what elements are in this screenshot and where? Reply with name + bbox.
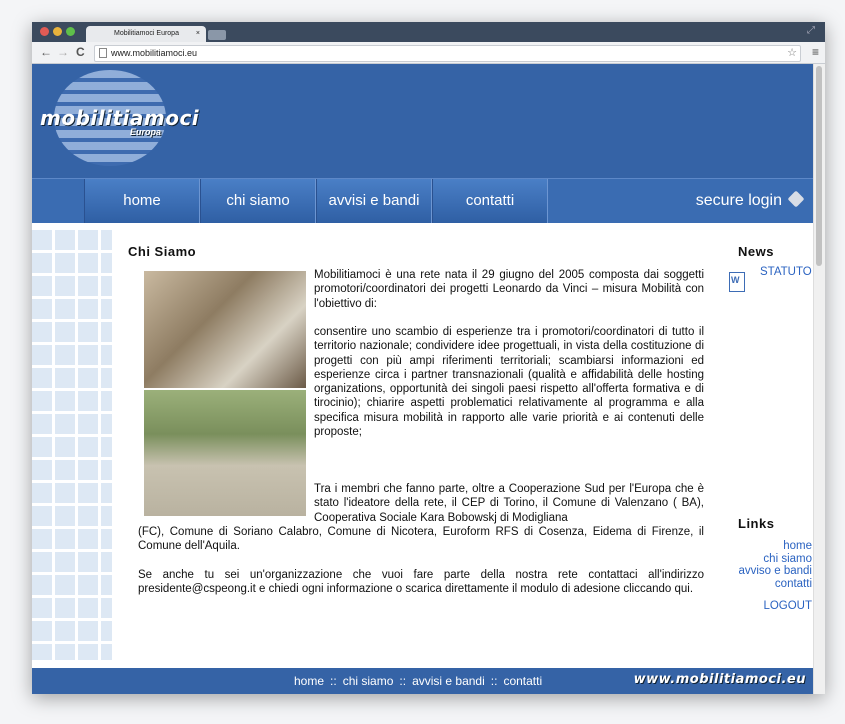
link-chi-siamo[interactable]: chi siamo <box>738 553 812 566</box>
forward-icon[interactable]: → <box>57 45 69 59</box>
maximize-window-icon[interactable] <box>66 27 75 36</box>
link-avviso-e-bandi[interactable]: avviso e bandi <box>738 565 812 578</box>
secure-login-label: secure login <box>695 192 782 209</box>
browser-toolbar: ← → C www.mobilitiamoci.eu ☆ ≡ <box>32 42 825 64</box>
members-paragraph-continued: (FC), Comune di Soriano Calabro, Comune … <box>138 526 704 553</box>
minimize-window-icon[interactable] <box>53 27 62 36</box>
link-contatti[interactable]: contatti <box>738 578 812 591</box>
news-heading: News <box>738 244 774 259</box>
browser-window: Mobilitiamoci Europa × ⤢ ← → C www.mobil… <box>32 22 825 694</box>
links-list: home chi siamo avviso e bandi contatti <box>738 540 812 590</box>
bookmark-star-icon[interactable]: ☆ <box>787 46 797 61</box>
logout-link[interactable]: LOGOUT <box>763 600 812 612</box>
footer-nav: home:: chi siamo:: avvisi e bandi:: contatt… <box>294 674 542 688</box>
browser-tab[interactable]: Mobilitiamoci Europa × <box>86 26 206 42</box>
main-nav: home chi siamo avvisi e bandi contatti s… <box>32 178 814 223</box>
page-viewport: mobilitiamoci Europa home chi siamo avvi… <box>32 64 814 694</box>
secure-login-link[interactable]: secure login <box>695 179 805 223</box>
decorative-tile-pattern <box>32 230 112 660</box>
contact-paragraph: Se anche tu sei un'organizzazione che vu… <box>138 569 704 596</box>
reload-icon[interactable]: C <box>76 45 85 59</box>
goals-paragraph: consentire uno scambio di esperienze tra… <box>314 326 704 439</box>
links-heading: Links <box>738 516 775 531</box>
nav-home[interactable]: home <box>84 179 200 223</box>
logo-text[interactable]: mobilitiamoci <box>40 106 199 130</box>
back-icon[interactable]: ← <box>40 45 52 59</box>
meeting-photo <box>144 271 306 388</box>
intro-paragraph: Mobilitiamoci è una rete nata il 29 giug… <box>314 269 704 310</box>
right-sidebar: News STATUTO Links home chi siamo avviso… <box>722 230 814 660</box>
footer-separator: :: <box>490 674 498 688</box>
tab-title: Mobilitiamoci Europa <box>114 30 179 37</box>
footer-link-chi-siamo[interactable]: chi siamo <box>343 674 394 688</box>
footer-link-avvisi-e-bandi[interactable]: avvisi e bandi <box>412 674 485 688</box>
footer-separator: :: <box>330 674 337 688</box>
footer-site-url: www.mobilitiamoci.eu <box>633 672 806 687</box>
page-scrollbar[interactable] <box>813 64 825 694</box>
page-title: Chi Siamo <box>128 244 197 259</box>
tab-close-icon[interactable]: × <box>196 26 200 42</box>
fullscreen-icon[interactable]: ⤢ <box>807 25 815 36</box>
link-home[interactable]: home <box>738 540 812 553</box>
word-document-icon[interactable] <box>729 272 745 292</box>
close-window-icon[interactable] <box>40 27 49 36</box>
key-icon <box>787 190 805 208</box>
main-content: Chi Siamo Mobilitiamoci è una rete nata … <box>112 230 714 660</box>
nav-contatti[interactable]: contatti <box>432 179 548 223</box>
scrollbar-thumb[interactable] <box>816 66 822 266</box>
site-footer: home:: chi siamo:: avvisi e bandi:: contatt… <box>32 668 814 694</box>
footer-link-home[interactable]: home <box>294 674 324 688</box>
address-bar[interactable]: www.mobilitiamoci.eu ☆ <box>94 45 801 62</box>
news-statuto-link[interactable]: STATUTO <box>760 266 812 278</box>
nav-avvisi-e-bandi[interactable]: avvisi e bandi <box>316 179 432 223</box>
title-bar: Mobilitiamoci Europa × ⤢ <box>32 22 825 42</box>
nav-chi-siamo[interactable]: chi siamo <box>200 179 316 223</box>
page-icon <box>99 48 107 58</box>
footer-link-contatti[interactable]: contatti <box>503 674 542 688</box>
members-paragraph: Tra i membri che fanno parte, oltre a Co… <box>314 483 704 524</box>
browser-menu-icon[interactable]: ≡ <box>812 45 819 59</box>
group-photo <box>144 390 306 516</box>
footer-separator: :: <box>399 674 407 688</box>
url-text[interactable]: www.mobilitiamoci.eu <box>111 46 197 61</box>
new-tab-button[interactable] <box>208 30 226 40</box>
logo-subtitle: Europa <box>130 127 162 137</box>
site-header: mobilitiamoci Europa <box>32 64 814 178</box>
